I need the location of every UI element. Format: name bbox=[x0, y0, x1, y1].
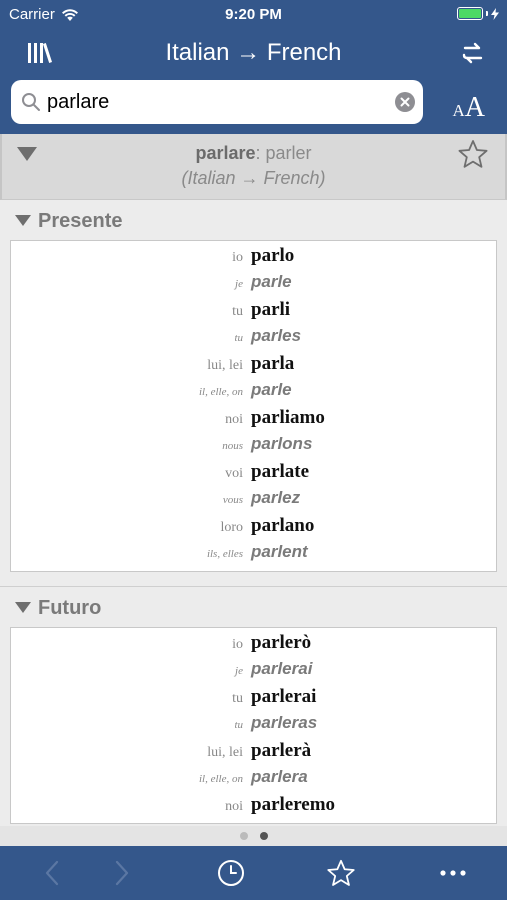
page-dot[interactable] bbox=[239, 832, 248, 840]
conjugation-row: je parlerai bbox=[11, 659, 496, 686]
conjugation-row: ils, elles parlent bbox=[11, 542, 496, 569]
conjugation-row: voi parlate bbox=[11, 461, 496, 488]
conjugation-row: nous parlons bbox=[11, 434, 496, 461]
verb-form: parle bbox=[251, 272, 292, 291]
pronoun: il, elle, on bbox=[199, 773, 243, 785]
conjugation-table: io parlerò je parlerai tu parlerai tu parleras l… bbox=[10, 627, 497, 824]
verb-form: parles bbox=[251, 326, 302, 345]
conjugation-table: io parlo je parle tu parli tu parles lui, lei par… bbox=[10, 240, 497, 572]
entry-direction: (Italian → French) bbox=[2, 168, 505, 189]
conjugation-row: tu parleras bbox=[11, 713, 496, 740]
entry-title: parlare: parler bbox=[2, 143, 505, 164]
conjugation-sections: Presente io parlo je parle tu parli tu parles lui… bbox=[0, 200, 507, 824]
conjugation-row: il, elle, on parle bbox=[11, 380, 496, 407]
verb-form: parle bbox=[251, 380, 292, 399]
verb-form: parleremo bbox=[251, 794, 336, 815]
translation: : parler bbox=[255, 143, 312, 163]
headword: parlare bbox=[195, 143, 256, 163]
verb-form: parli bbox=[251, 299, 291, 320]
verb-form: parlera bbox=[251, 767, 308, 786]
chevron-left-icon[interactable] bbox=[38, 858, 68, 888]
pronoun: tu bbox=[234, 719, 243, 731]
conjugation-row: il, elle, on parlera bbox=[11, 767, 496, 794]
font-size-button[interactable]: AA bbox=[452, 92, 485, 124]
entry-header[interactable]: parlare: parler (Italian → French) bbox=[0, 134, 507, 200]
verb-form: parlate bbox=[251, 461, 310, 482]
font-size-small: A bbox=[452, 101, 465, 120]
conjugation-row: loro parlano bbox=[11, 515, 496, 542]
verb-form: parla bbox=[251, 353, 295, 374]
section-header[interactable]: Presente bbox=[0, 200, 507, 240]
pronoun: io bbox=[232, 250, 243, 265]
conjugation-row: noi parleremo bbox=[11, 794, 496, 821]
conjugation-row: io parlerò bbox=[11, 632, 496, 659]
verb-form: parlo bbox=[251, 245, 295, 266]
conjugation-row: tu parles bbox=[11, 326, 496, 353]
verb-form: parlano bbox=[251, 515, 315, 536]
pronoun: tu bbox=[234, 332, 243, 344]
verb-form: parliamo bbox=[251, 407, 325, 428]
pronoun: tu bbox=[232, 691, 243, 706]
pronoun: ils, elles bbox=[206, 548, 243, 560]
pronoun: nous bbox=[222, 440, 243, 452]
page-indicator[interactable] bbox=[0, 826, 507, 846]
battery-icon bbox=[457, 7, 499, 20]
conjugation-row: vous parlez bbox=[11, 488, 496, 515]
page-dot-active[interactable] bbox=[259, 832, 268, 840]
search-bar[interactable] bbox=[11, 80, 423, 124]
section-label: Futuro bbox=[38, 597, 102, 619]
charging-icon bbox=[491, 7, 499, 20]
conjugation-row: io parlo bbox=[11, 245, 496, 272]
more-icon[interactable] bbox=[438, 858, 468, 888]
collapse-triangle-icon[interactable] bbox=[14, 601, 32, 614]
verb-form: parlerai bbox=[251, 686, 317, 707]
star-icon[interactable] bbox=[457, 139, 489, 169]
conjugation-row: tu parli bbox=[11, 299, 496, 326]
nav-bar: Italian → French bbox=[0, 34, 507, 72]
conjugation-row: lui, lei parlerà bbox=[11, 740, 496, 767]
collapse-triangle-icon[interactable] bbox=[14, 214, 32, 227]
pronoun: io bbox=[232, 637, 243, 652]
pronoun: vous bbox=[222, 494, 243, 506]
verb-form: parlez bbox=[251, 488, 301, 507]
search-icon bbox=[22, 93, 40, 111]
direction-label: (Italian → French) bbox=[181, 168, 326, 188]
verb-form: parlerò bbox=[251, 632, 312, 653]
search-input[interactable] bbox=[47, 88, 387, 116]
pronoun: tu bbox=[232, 304, 243, 319]
swap-direction-icon[interactable] bbox=[461, 41, 485, 65]
bottom-toolbar bbox=[0, 846, 507, 900]
section-label: Presente bbox=[38, 210, 123, 232]
font-size-big: A bbox=[464, 92, 485, 123]
pronoun: lui, lei bbox=[207, 358, 243, 373]
status-bar: Carrier 9:20 PM bbox=[0, 0, 507, 28]
clock-icon[interactable] bbox=[216, 858, 246, 888]
pronoun: il, elle, on bbox=[199, 386, 243, 398]
conjugation-row: noi parliamo bbox=[11, 407, 496, 434]
conjugation-row: je parle bbox=[11, 272, 496, 299]
page-title: Italian → French bbox=[165, 39, 342, 66]
conjugation-row: tu parlerai bbox=[11, 686, 496, 713]
pronoun: je bbox=[235, 665, 243, 677]
entry-content[interactable]: parlare: parler (Italian → French) Prese… bbox=[0, 134, 507, 826]
pronoun: noi bbox=[225, 799, 243, 814]
verb-form: parlent bbox=[251, 542, 308, 561]
pronoun: lui, lei bbox=[207, 745, 243, 760]
verb-form: parlerà bbox=[251, 740, 312, 761]
pronoun: noi bbox=[225, 412, 243, 427]
verb-form: parlons bbox=[251, 434, 313, 453]
clear-icon[interactable] bbox=[395, 92, 415, 112]
chevron-right-icon[interactable] bbox=[106, 858, 136, 888]
verb-form: parlerai bbox=[251, 659, 313, 678]
verb-form: parleras bbox=[251, 713, 318, 732]
favorites-star-icon[interactable] bbox=[326, 858, 356, 888]
status-time: 9:20 PM bbox=[225, 6, 282, 23]
pronoun: voi bbox=[225, 466, 243, 481]
conjugation-row: lui, lei parla bbox=[11, 353, 496, 380]
pronoun: je bbox=[235, 278, 243, 290]
section-header[interactable]: Futuro bbox=[0, 587, 507, 627]
top-bar: Carrier 9:20 PM Italian → French parlare… bbox=[0, 0, 507, 134]
pronoun: loro bbox=[220, 520, 243, 535]
